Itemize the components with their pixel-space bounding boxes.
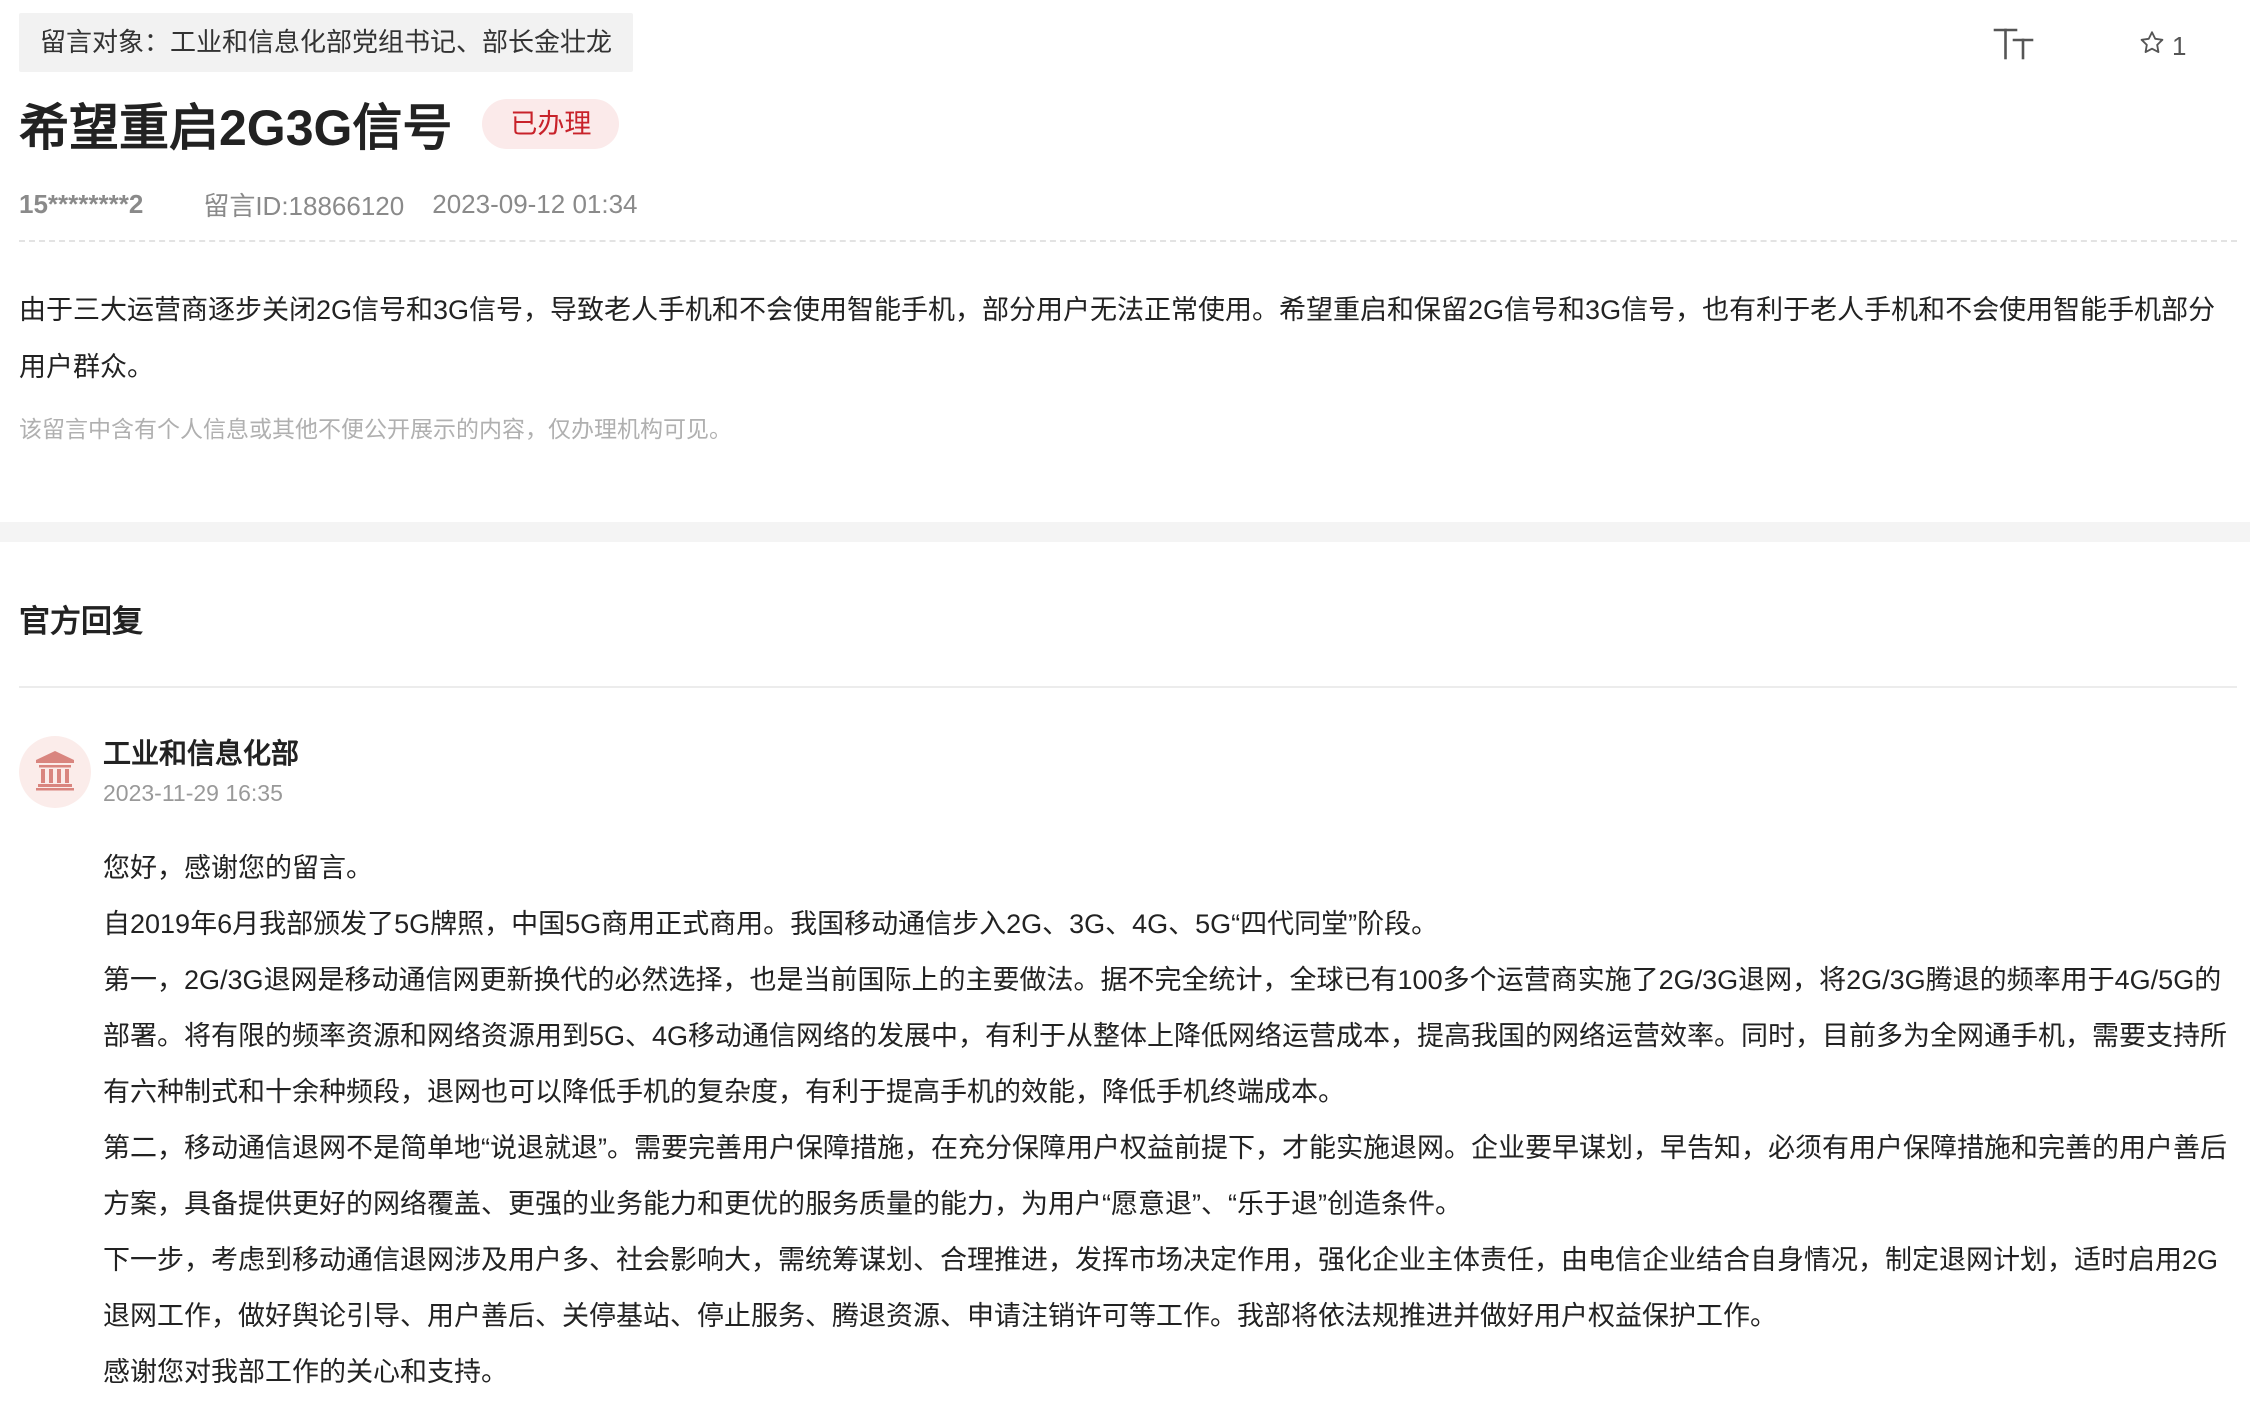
reply-body: 您好，感谢您的留言。 自2019年6月我部颁发了5G牌照，中国5G商用正式商用。… [103, 840, 2239, 1400]
message-date: 2023-09-12 01:34 [432, 188, 638, 219]
recipient-tag: 留言对象：工业和信息化部党组书记、部长金壮龙 [19, 13, 634, 72]
message-detail-page: 留言对象：工业和信息化部党组书记、部长金壮龙 1 希望重启2G3G信号 已办理 [0, 0, 2250, 1408]
status-badge: 已办理 [482, 99, 620, 149]
reply-paragraph: 自2019年6月我部颁发了5G牌照，中国5G商用正式商用。我国移动通信步入2G、… [103, 909, 1439, 939]
meta-divider [19, 240, 2237, 242]
reply-divider [19, 686, 2237, 688]
reply-paragraph: 感谢您对我部工作的关心和支持。 [103, 1357, 508, 1387]
message-body: 由于三大运营商逐步关闭2G信号和3G信号，导致老人手机和不会使用智能手机，部分用… [19, 295, 2216, 382]
favorite-count: 1 [2172, 30, 2187, 61]
org-avatar [19, 736, 91, 808]
privacy-note: 该留言中含有个人信息或其他不便公开展示的内容，仅办理机构可见。 [19, 416, 732, 442]
star-icon [2138, 29, 2172, 64]
reply-paragraph: 第二，移动通信退网不是简单地“说退就退”。需要完善用户保障措施，在充分保障用户权… [103, 1133, 2227, 1219]
reply-heading: 官方回复 [19, 604, 143, 639]
title-row: 希望重启2G3G信号 已办理 [19, 88, 620, 160]
message-user: 15********2 [19, 188, 144, 219]
reply-paragraph: 第一，2G/3G退网是移动通信网更新换代的必然选择，也是当前国际上的主要做法。据… [103, 965, 2228, 1107]
reply-paragraph: 您好，感谢您的留言。 [103, 853, 373, 883]
section-separator [0, 522, 2250, 542]
reply-org-name: 工业和信息化部 [103, 738, 300, 769]
font-size-button[interactable] [1992, 22, 2036, 66]
reply-date: 2023-11-29 16:35 [103, 780, 283, 806]
message-meta: 15********2 留言ID:18866120 2023-09-12 01:… [19, 182, 638, 226]
favorite-button[interactable]: 1 [2138, 24, 2186, 68]
message-id: 留言ID:18866120 [203, 190, 405, 221]
reply-paragraph: 下一步，考虑到移动通信退网涉及用户多、社会影响大，需统筹谋划、合理推进，发挥市场… [103, 1245, 2219, 1331]
font-size-icon [1992, 28, 2036, 70]
page-title: 希望重启2G3G信号 [19, 100, 453, 156]
government-building-icon [33, 748, 77, 797]
